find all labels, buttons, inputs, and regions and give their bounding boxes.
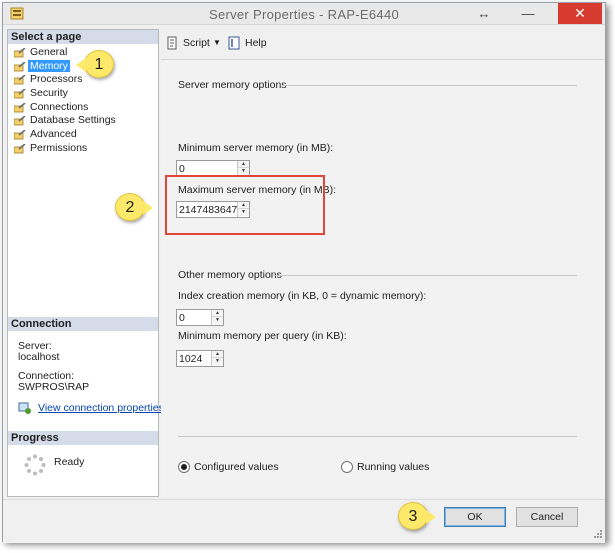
other-memory-options-title: Other memory options: [178, 269, 282, 281]
page-item-label: Connections: [30, 100, 89, 113]
callout-3: 3: [398, 502, 436, 530]
progress-status: Ready: [54, 456, 85, 468]
max-memory-highlight-box: [165, 175, 325, 235]
connection-header: Connection: [8, 317, 158, 331]
script-label: Script: [183, 37, 210, 49]
page-item-advanced[interactable]: Advanced: [12, 128, 116, 142]
page-item-label: Processors: [30, 73, 83, 86]
running-values-radio[interactable]: Running values: [341, 461, 429, 473]
spin-up-icon[interactable]: ▲: [212, 351, 223, 358]
select-page-header: Select a page: [8, 30, 158, 44]
wrench-icon: [14, 89, 26, 99]
left-pane: Select a page General Memory Processors …: [7, 29, 164, 497]
dialog-button-bar: [3, 499, 605, 543]
min-memory-per-query-input[interactable]: [177, 351, 211, 366]
resize-grip-icon[interactable]: [592, 528, 602, 538]
page-item-database-settings[interactable]: Database Settings: [12, 114, 116, 128]
server-value: localhost: [18, 351, 60, 363]
callout-1: 1: [76, 50, 114, 78]
script-dropdown-icon[interactable]: ▼: [213, 35, 221, 51]
min-server-memory-label: Minimum server memory (in MB):: [178, 142, 334, 154]
page-item-label: Database Settings: [30, 114, 116, 127]
radio-checked-icon: [178, 461, 190, 473]
minimize-button[interactable]: —: [518, 6, 538, 22]
page-item-label: Advanced: [30, 128, 77, 141]
wrench-icon: [14, 130, 26, 140]
ok-button[interactable]: OK: [444, 507, 506, 527]
page-item-label: Memory: [28, 59, 70, 72]
connection-properties-icon: [18, 402, 31, 414]
progress-header: Progress: [8, 431, 158, 445]
spin-down-icon[interactable]: ▼: [212, 358, 223, 365]
page-item-security[interactable]: Security: [12, 87, 116, 101]
window-title: Server Properties - RAP-E6440: [208, 7, 400, 22]
radio-unchecked-icon: [341, 461, 353, 473]
min-memory-per-query-label: Minimum memory per query (in KB):: [178, 330, 347, 342]
index-creation-memory-label: Index creation memory (in KB, 0 = dynami…: [178, 290, 427, 302]
spin-down-icon[interactable]: ▼: [212, 317, 223, 324]
spin-down-icon[interactable]: ▼: [238, 168, 249, 175]
wrench-icon: [14, 61, 26, 72]
spin-up-icon[interactable]: ▲: [212, 310, 223, 317]
server-memory-options-title: Server memory options: [178, 79, 287, 91]
configured-values-label: Configured values: [194, 461, 279, 473]
script-icon: [167, 36, 177, 50]
page-item-connections[interactable]: Connections: [12, 101, 116, 115]
wrench-icon: [14, 75, 26, 85]
spinner-buttons: ▲ ▼: [211, 351, 223, 366]
index-creation-memory-spinner[interactable]: ▲ ▼: [176, 309, 224, 326]
close-button[interactable]: ✕: [558, 3, 602, 24]
wrench-icon: [14, 48, 26, 58]
script-button[interactable]: Script: [165, 35, 210, 51]
spinner-buttons: ▲ ▼: [211, 310, 223, 325]
view-connection-properties-link[interactable]: View connection properties: [38, 402, 164, 414]
wrench-icon: [14, 116, 26, 126]
group-divider: [273, 275, 577, 276]
connection-value: SWPROS\RAP: [18, 381, 90, 393]
group-divider: [283, 85, 577, 86]
memory-page-content: Server memory options Minimum server mem…: [161, 59, 605, 497]
configured-values-radio[interactable]: Configured values: [178, 461, 279, 473]
min-memory-per-query-spinner[interactable]: ▲ ▼: [176, 350, 224, 367]
cancel-button[interactable]: Cancel: [516, 507, 578, 527]
title-bar[interactable]: Server Properties - RAP-E6440 ↔ — ✕: [3, 3, 605, 25]
page-item-label: Security: [30, 87, 68, 100]
toolbar: Script ▼ Help: [161, 31, 601, 55]
help-icon: [228, 36, 240, 50]
wrench-icon: [14, 102, 26, 113]
page-item-permissions[interactable]: Permissions: [12, 142, 116, 156]
progress-spinner-icon: [24, 454, 46, 476]
page-item-label: Permissions: [30, 141, 88, 154]
running-values-label: Running values: [357, 461, 430, 473]
spin-up-icon[interactable]: ▲: [238, 161, 249, 168]
index-creation-memory-input[interactable]: [177, 310, 211, 325]
bottom-divider: [178, 436, 577, 437]
page-item-label: General: [30, 46, 68, 58]
wrench-icon: [14, 143, 26, 154]
help-label: Help: [245, 37, 267, 49]
help-button[interactable]: Help: [227, 35, 267, 51]
server-properties-window: Server Properties - RAP-E6440 ↔ — ✕ Sele…: [2, 2, 606, 543]
spinner-buttons: ▲ ▼: [237, 161, 249, 176]
min-server-memory-input[interactable]: [177, 161, 237, 176]
callout-2: 2: [115, 193, 153, 221]
resize-icon[interactable]: ↔: [474, 6, 494, 22]
